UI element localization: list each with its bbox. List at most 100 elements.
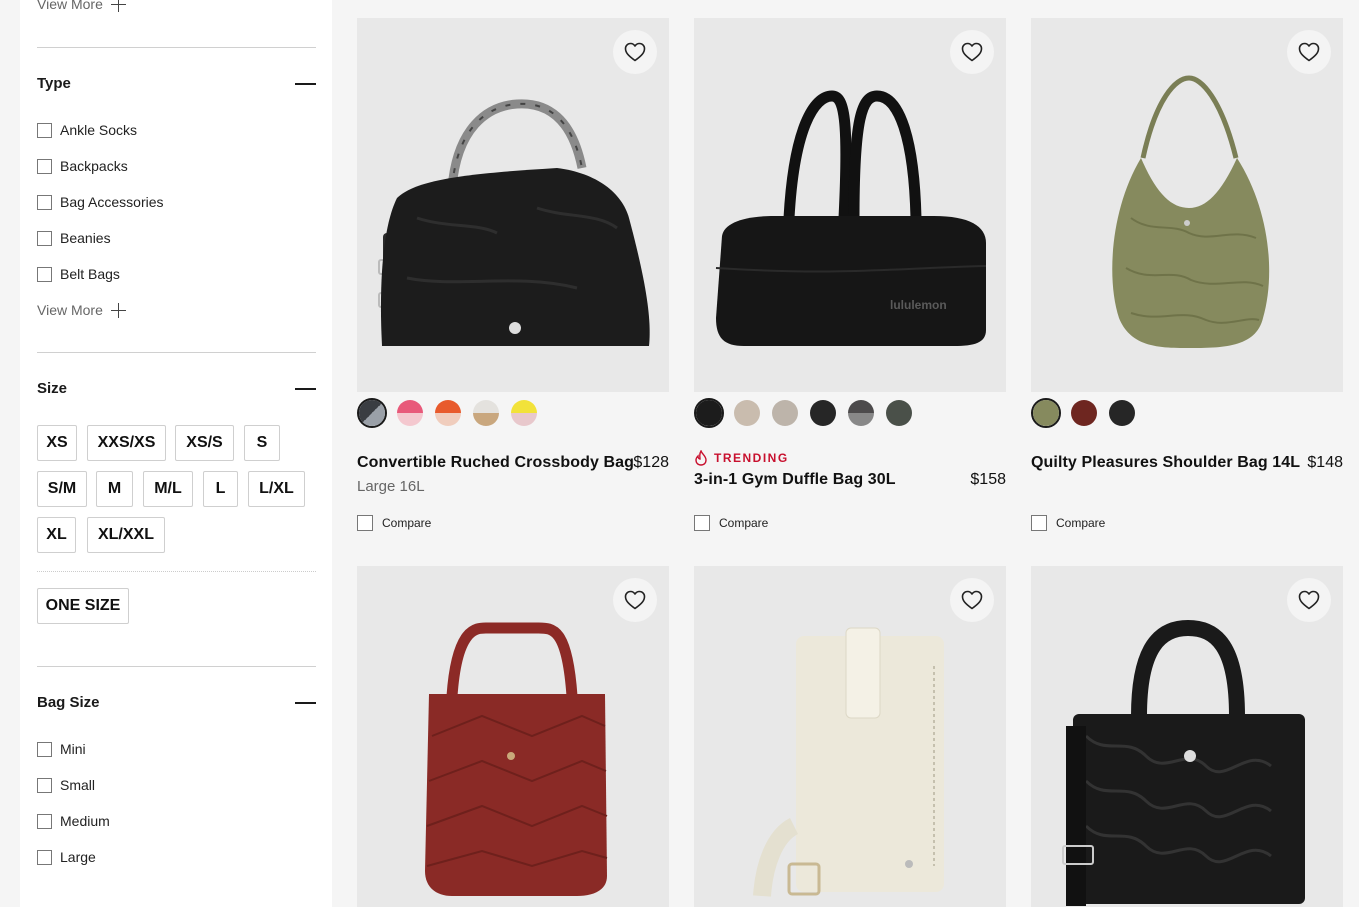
size-xl-xxl-button[interactable]: XL/XXL <box>87 517 165 553</box>
type-option-belt-bags[interactable]: Belt Bags <box>37 266 120 282</box>
compare-toggle[interactable]: Compare <box>357 515 431 531</box>
swatch[interactable] <box>1107 398 1137 428</box>
size-m-button[interactable]: M <box>96 471 133 507</box>
product-card[interactable] <box>694 566 1006 907</box>
size-xl-button[interactable]: XL <box>37 517 76 553</box>
swatch[interactable] <box>1031 398 1061 428</box>
brand-wordmark: lululemon <box>890 298 947 312</box>
minus-icon[interactable] <box>295 82 316 85</box>
checkbox[interactable] <box>357 515 373 531</box>
wishlist-button[interactable] <box>1287 30 1331 74</box>
size-filter-header[interactable]: Size <box>37 380 316 397</box>
compare-label: Compare <box>1056 516 1106 530</box>
checkbox[interactable] <box>37 230 52 246</box>
option-label: Medium <box>60 813 110 829</box>
option-label: Large <box>60 849 96 865</box>
swatch[interactable] <box>1069 398 1099 428</box>
size-s-button[interactable]: S <box>244 425 280 461</box>
size-l-xl-button[interactable]: L/XL <box>248 471 305 507</box>
type-option-ankle-socks[interactable]: Ankle Socks <box>37 122 137 138</box>
type-option-beanies[interactable]: Beanies <box>37 230 111 246</box>
product-card[interactable]: Quilty Pleasures Shoulder Bag 14L $148 C… <box>1031 18 1343 538</box>
swatch[interactable] <box>471 398 501 428</box>
divider <box>37 47 316 48</box>
type-filter-header[interactable]: Type <box>37 75 316 92</box>
option-label: Mini <box>60 741 86 757</box>
swatch[interactable] <box>846 398 876 428</box>
option-label: Belt Bags <box>60 266 120 282</box>
swatch[interactable] <box>694 398 724 428</box>
type-option-backpacks[interactable]: Backpacks <box>37 158 128 174</box>
size-xs-button[interactable]: XS <box>37 425 77 461</box>
swatch[interactable] <box>884 398 914 428</box>
swatch[interactable] <box>732 398 762 428</box>
product-image[interactable] <box>694 566 1006 907</box>
checkbox[interactable] <box>37 158 52 174</box>
size-xs-s-button[interactable]: XS/S <box>175 425 234 461</box>
checkbox[interactable] <box>37 777 52 793</box>
product-card[interactable] <box>357 566 669 907</box>
size-filter-title: Size <box>37 380 68 397</box>
bag-size-option-small[interactable]: Small <box>37 777 95 793</box>
product-name[interactable]: Quilty Pleasures Shoulder Bag 14L <box>1031 454 1300 472</box>
swatch[interactable] <box>808 398 838 428</box>
bag-size-option-mini[interactable]: Mini <box>37 741 86 757</box>
product-image[interactable] <box>1031 566 1343 907</box>
view-more-label: View More <box>37 0 103 12</box>
flame-icon <box>695 450 707 466</box>
product-image[interactable]: lululemon <box>694 18 1006 392</box>
product-price: $158 <box>970 471 1006 488</box>
swatch[interactable] <box>509 398 539 428</box>
minus-icon[interactable] <box>295 387 316 390</box>
swatch[interactable] <box>433 398 463 428</box>
checkbox[interactable] <box>37 122 52 138</box>
type-view-more-button[interactable]: View More <box>37 302 126 318</box>
wishlist-button[interactable] <box>950 578 994 622</box>
color-swatches <box>357 398 539 428</box>
heart-icon <box>960 40 984 64</box>
type-option-bag-accessories[interactable]: Bag Accessories <box>37 194 164 210</box>
checkbox[interactable] <box>37 266 52 282</box>
minus-icon[interactable] <box>295 701 316 704</box>
size-xxs-xs-button[interactable]: XXS/XS <box>87 425 166 461</box>
heart-icon <box>1297 588 1321 612</box>
checkbox[interactable] <box>694 515 710 531</box>
bag-size-option-medium[interactable]: Medium <box>37 813 110 829</box>
size-s-m-button[interactable]: S/M <box>37 471 87 507</box>
color-swatches <box>694 398 914 428</box>
product-price: $128 <box>633 454 669 471</box>
product-name[interactable]: 3-in-1 Gym Duffle Bag 30L <box>694 471 896 489</box>
size-m-l-button[interactable]: M/L <box>143 471 193 507</box>
checkbox[interactable] <box>37 849 52 865</box>
product-name[interactable]: Convertible Ruched Crossbody Bag <box>357 454 634 472</box>
swatch[interactable] <box>395 398 425 428</box>
checkbox[interactable] <box>37 813 52 829</box>
product-card[interactable]: lululemon TRENDING 3-in-1 Gym Duffle Bag… <box>694 18 1006 538</box>
swatch[interactable] <box>770 398 800 428</box>
product-card[interactable] <box>1031 566 1343 907</box>
product-image[interactable] <box>1031 18 1343 392</box>
heart-icon <box>960 588 984 612</box>
compare-toggle[interactable]: Compare <box>1031 515 1105 531</box>
checkbox[interactable] <box>1031 515 1047 531</box>
option-label: Ankle Socks <box>60 122 138 138</box>
wishlist-button[interactable] <box>613 30 657 74</box>
wishlist-button[interactable] <box>1287 578 1331 622</box>
heart-icon <box>623 40 647 64</box>
checkbox[interactable] <box>37 194 52 210</box>
compare-toggle[interactable]: Compare <box>694 515 768 531</box>
type-filter-title: Type <box>37 75 71 92</box>
product-card[interactable]: Convertible Ruched Crossbody Bag $128 La… <box>357 18 669 538</box>
bag-size-filter-header[interactable]: Bag Size <box>37 694 316 711</box>
view-more-button[interactable]: View More <box>37 0 126 12</box>
product-image[interactable] <box>357 18 669 392</box>
wishlist-button[interactable] <box>950 30 994 74</box>
swatch[interactable] <box>357 398 387 428</box>
filter-sidebar: View More Type Ankle Socks Backpacks Bag… <box>20 0 332 907</box>
wishlist-button[interactable] <box>613 578 657 622</box>
size-one-size-button[interactable]: ONE SIZE <box>37 588 129 624</box>
bag-size-option-large[interactable]: Large <box>37 849 96 865</box>
size-l-button[interactable]: L <box>203 471 238 507</box>
product-image[interactable] <box>357 566 669 907</box>
checkbox[interactable] <box>37 741 52 757</box>
